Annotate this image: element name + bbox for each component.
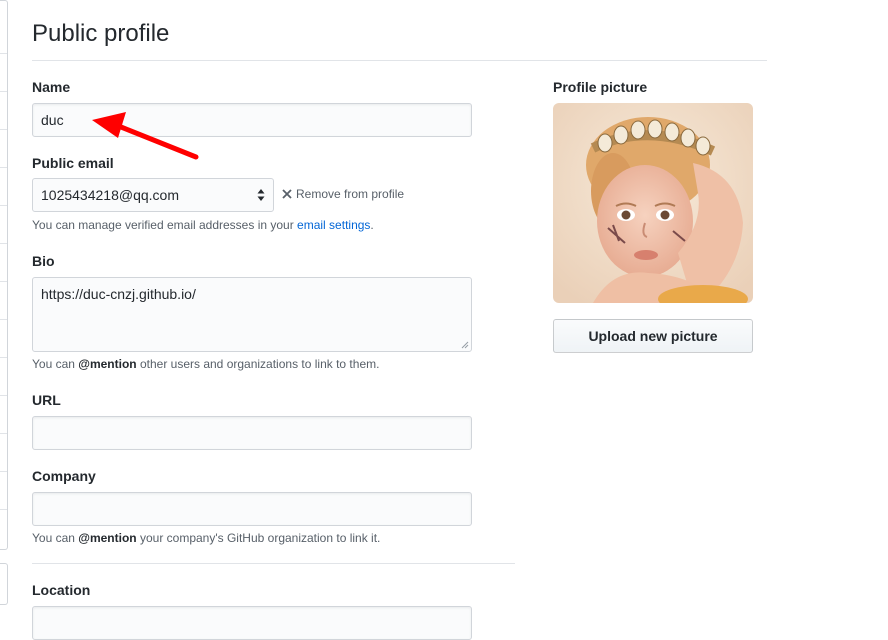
company-note-mention: @mention	[78, 531, 137, 545]
public-email-note-text: You can manage verified email addresses …	[32, 218, 298, 232]
profile-picture-label: Profile picture	[553, 79, 648, 95]
bio-note-end: other users and organizations to link to…	[136, 357, 380, 371]
select-arrows-icon	[257, 189, 265, 201]
bio-label: Bio	[32, 253, 55, 269]
remove-from-profile-button[interactable]: Remove from profile	[282, 187, 404, 201]
public-email-note-end: .	[370, 218, 374, 232]
company-note-end: your company's GitHub organization to li…	[136, 531, 381, 545]
title-divider	[32, 60, 767, 61]
company-input[interactable]	[32, 492, 472, 526]
bio-value: https://duc-cnzj.github.io/	[41, 286, 196, 302]
settings-sidebar-edge-lower	[0, 563, 8, 605]
public-email-selected: 1025434218@qq.com	[41, 187, 179, 203]
settings-sidebar-edge	[0, 0, 8, 550]
page-title: Public profile	[32, 20, 170, 47]
bio-note: You can @mention other users and organiz…	[32, 357, 379, 371]
upload-new-picture-button[interactable]: Upload new picture	[553, 319, 753, 353]
public-email-select[interactable]: 1025434218@qq.com	[32, 178, 274, 212]
close-icon	[282, 189, 292, 199]
section-divider	[32, 563, 515, 564]
remove-from-profile-label: Remove from profile	[296, 187, 405, 201]
company-note: You can @mention your company's GitHub o…	[32, 531, 380, 545]
location-label: Location	[32, 582, 91, 598]
name-input-value: duc	[41, 112, 64, 128]
bio-note-mention: @mention	[78, 357, 137, 371]
company-label: Company	[32, 468, 96, 484]
email-settings-link[interactable]: email settings	[297, 218, 370, 232]
public-email-note: You can manage verified email addresses …	[32, 218, 374, 232]
bio-textarea[interactable]: https://duc-cnzj.github.io/	[32, 277, 472, 352]
bio-note-text: You can	[32, 357, 79, 371]
location-input[interactable]	[32, 606, 472, 640]
profile-avatar	[553, 103, 753, 303]
name-label: Name	[32, 79, 71, 95]
resize-grip-icon[interactable]	[461, 341, 469, 349]
annotation-arrow-icon	[92, 112, 199, 160]
url-input[interactable]	[32, 416, 472, 450]
company-note-text: You can	[32, 531, 79, 545]
url-label: URL	[32, 392, 61, 408]
